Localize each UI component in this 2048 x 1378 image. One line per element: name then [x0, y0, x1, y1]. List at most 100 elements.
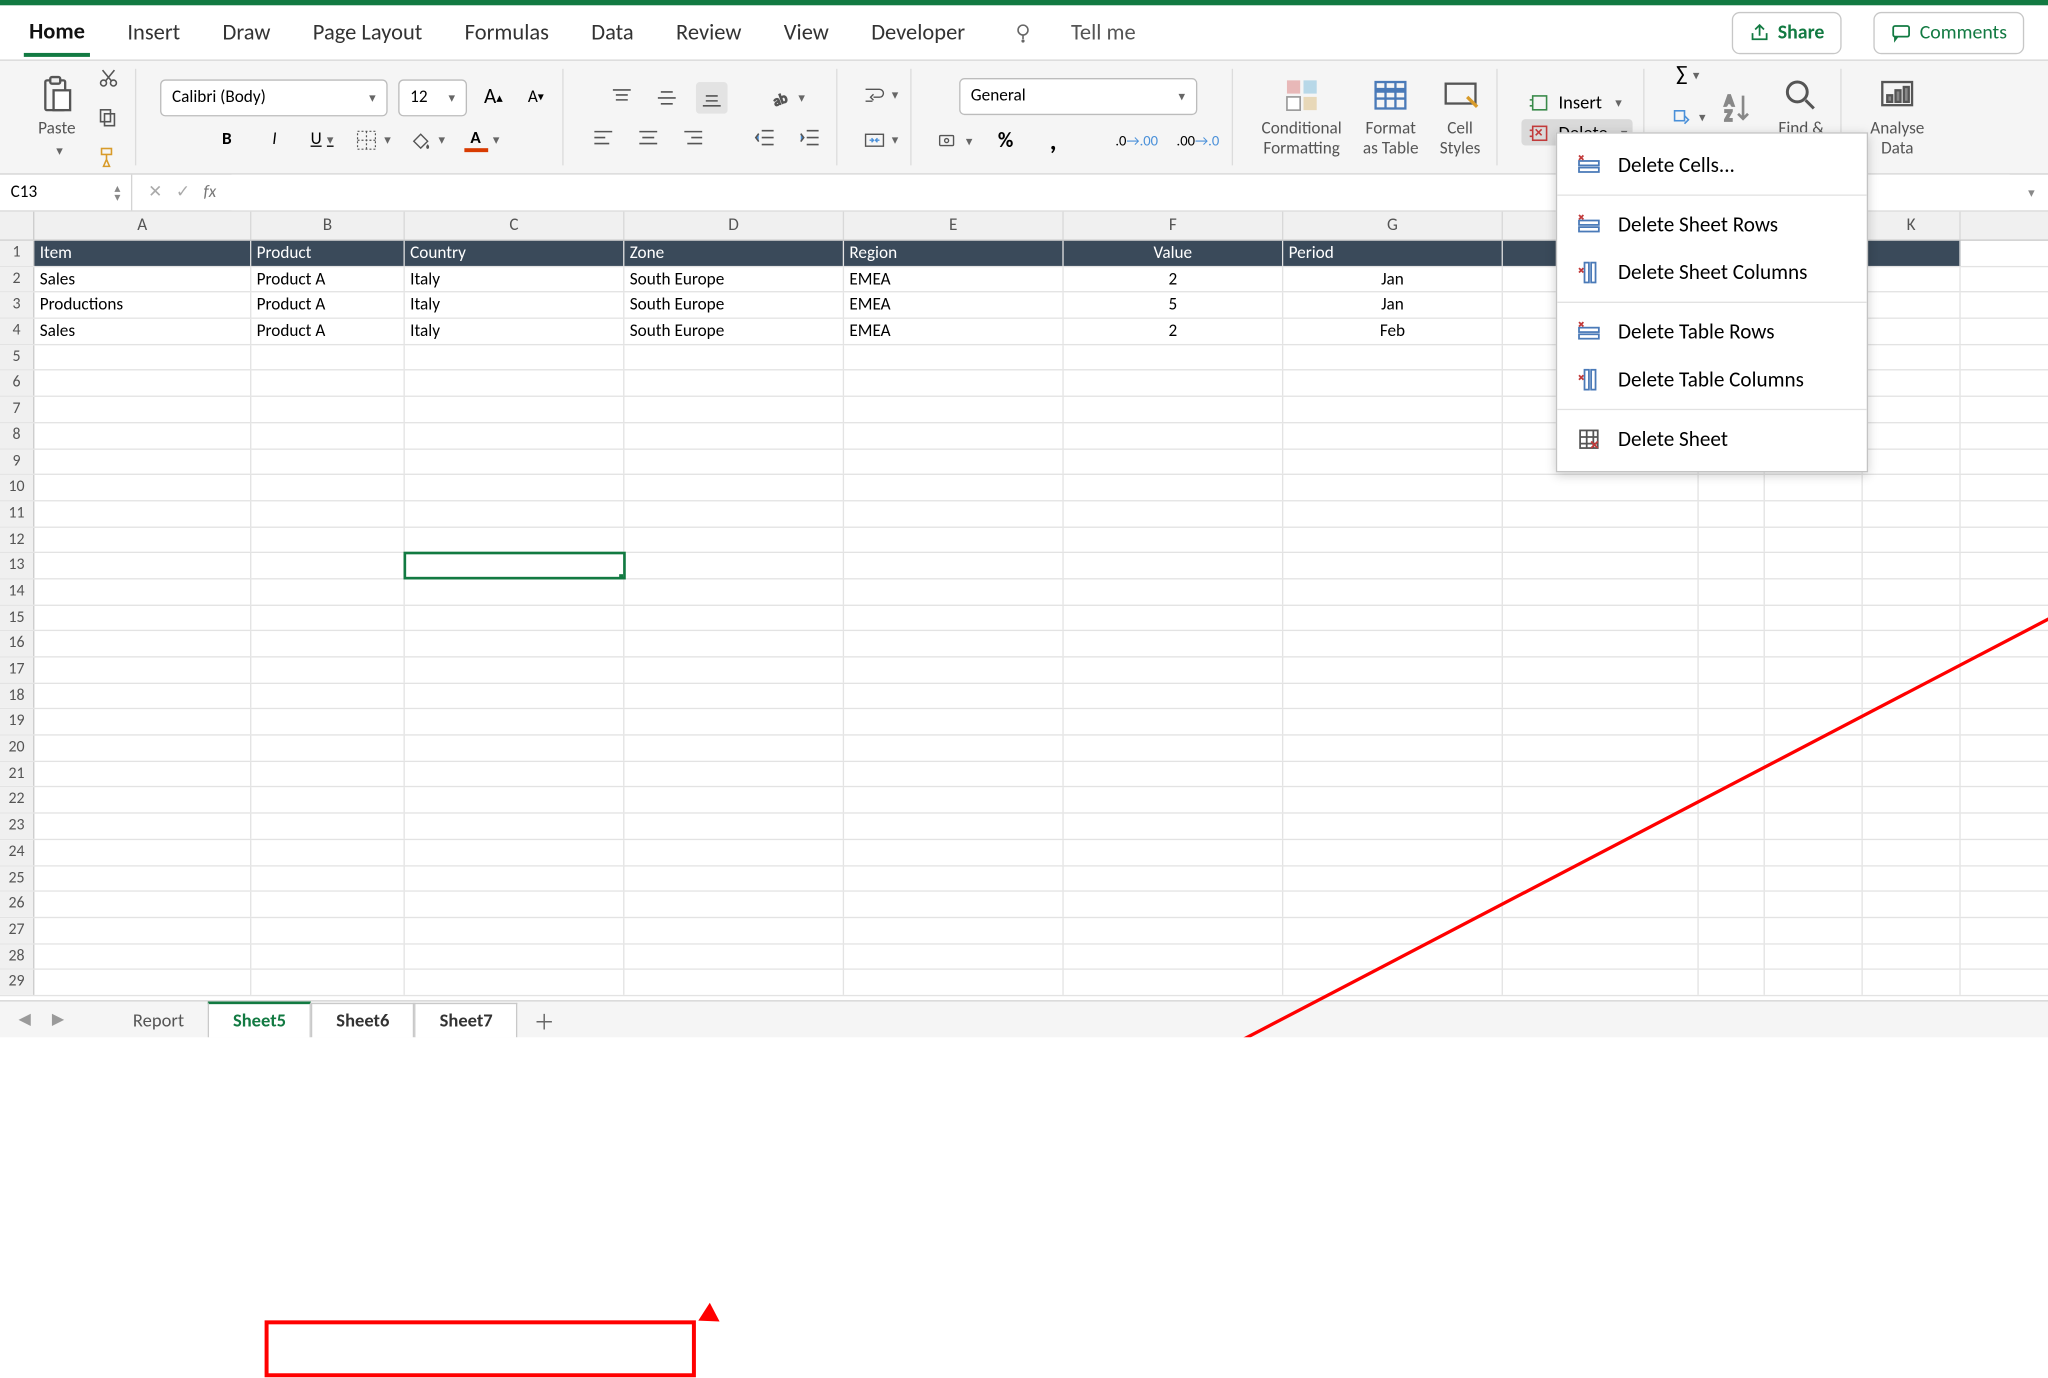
cell-K3[interactable] — [1863, 293, 1961, 318]
cell-A2[interactable]: Sales — [34, 267, 251, 292]
cell-I11[interactable] — [1699, 501, 1765, 526]
cell-D16[interactable] — [624, 631, 844, 656]
cell-F7[interactable] — [1064, 397, 1284, 422]
cell-J24[interactable] — [1765, 840, 1863, 865]
cell-B23[interactable] — [251, 814, 404, 839]
cell-J14[interactable] — [1765, 579, 1863, 604]
cell-F2[interactable]: 2 — [1064, 267, 1284, 292]
cell-K21[interactable] — [1863, 762, 1961, 787]
cell-G6[interactable] — [1283, 371, 1503, 396]
cell-K6[interactable] — [1863, 371, 1961, 396]
wrap-text-icon[interactable]: ▾ — [861, 79, 899, 111]
cell-E13[interactable] — [844, 553, 1064, 578]
cell-F11[interactable] — [1064, 501, 1284, 526]
cell-F24[interactable] — [1064, 840, 1284, 865]
cell-G28[interactable] — [1283, 944, 1503, 969]
tellme-label[interactable]: Tell me — [1071, 19, 1136, 47]
cell-I14[interactable] — [1699, 579, 1765, 604]
cell-I27[interactable] — [1699, 918, 1765, 943]
increase-decimal-icon[interactable]: .0→.00 — [1114, 125, 1159, 157]
currency-icon[interactable]: ▾ — [935, 125, 973, 157]
delete-menu-delete-table-columns[interactable]: Delete Table Columns — [1557, 356, 1867, 404]
cell-J21[interactable] — [1765, 762, 1863, 787]
cell-H20[interactable] — [1503, 736, 1699, 761]
cell-E5[interactable] — [844, 345, 1064, 370]
row-header-21[interactable]: 21 — [0, 762, 34, 787]
cell-F14[interactable] — [1064, 579, 1284, 604]
row-header-7[interactable]: 7 — [0, 397, 34, 422]
accept-formula-icon[interactable]: ✓ — [176, 183, 190, 203]
cell-J20[interactable] — [1765, 736, 1863, 761]
cell-G26[interactable] — [1283, 892, 1503, 917]
row-header-27[interactable]: 27 — [0, 918, 34, 943]
cell-E3[interactable]: EMEA — [844, 293, 1064, 318]
cell-E7[interactable] — [844, 397, 1064, 422]
increase-font-icon[interactable]: A▴ — [478, 81, 510, 113]
cell-C10[interactable] — [405, 475, 625, 500]
cell-H15[interactable] — [1503, 605, 1699, 630]
cell-I28[interactable] — [1699, 944, 1765, 969]
column-header-F[interactable]: F — [1064, 212, 1284, 240]
row-header-13[interactable]: 13 — [0, 553, 34, 578]
cell-A28[interactable] — [34, 944, 251, 969]
cell-G8[interactable] — [1283, 423, 1503, 448]
cell-E24[interactable] — [844, 840, 1064, 865]
cell-K10[interactable] — [1863, 475, 1961, 500]
ribbon-tab-page-layout[interactable]: Page Layout — [308, 11, 428, 55]
cell-D28[interactable] — [624, 944, 844, 969]
cell-styles-button[interactable]: Cell Styles — [1434, 73, 1485, 161]
cell-D27[interactable] — [624, 918, 844, 943]
cell-H14[interactable] — [1503, 579, 1699, 604]
comments-button[interactable]: Comments — [1873, 11, 2024, 53]
name-box[interactable]: C13 ▴▾ — [0, 175, 132, 211]
ribbon-tab-insert[interactable]: Insert — [122, 11, 185, 55]
cell-J13[interactable] — [1765, 553, 1863, 578]
cell-J12[interactable] — [1765, 527, 1863, 552]
row-header-5[interactable]: 5 — [0, 345, 34, 370]
cell-A23[interactable] — [34, 814, 251, 839]
row-header-9[interactable]: 9 — [0, 449, 34, 474]
cell-G20[interactable] — [1283, 736, 1503, 761]
cell-A15[interactable] — [34, 605, 251, 630]
cell-G21[interactable] — [1283, 762, 1503, 787]
cell-J16[interactable] — [1765, 631, 1863, 656]
cell-A6[interactable] — [34, 371, 251, 396]
ribbon-tab-review[interactable]: Review — [671, 11, 747, 55]
column-header-B[interactable]: B — [251, 212, 404, 240]
cell-G14[interactable] — [1283, 579, 1503, 604]
cell-J25[interactable] — [1765, 866, 1863, 891]
row-header-2[interactable]: 2 — [0, 267, 34, 292]
cell-I12[interactable] — [1699, 527, 1765, 552]
cell-K20[interactable] — [1863, 736, 1961, 761]
cell-F3[interactable]: 5 — [1064, 293, 1284, 318]
decrease-decimal-icon[interactable]: .00→.0 — [1175, 125, 1220, 157]
cell-C21[interactable] — [405, 762, 625, 787]
cell-G9[interactable] — [1283, 449, 1503, 474]
cell-B7[interactable] — [251, 397, 404, 422]
cell-D12[interactable] — [624, 527, 844, 552]
cell-H10[interactable] — [1503, 475, 1699, 500]
cell-D24[interactable] — [624, 840, 844, 865]
percent-icon[interactable]: % — [990, 125, 1022, 157]
row-header-15[interactable]: 15 — [0, 605, 34, 630]
cell-G23[interactable] — [1283, 814, 1503, 839]
cell-A14[interactable] — [34, 579, 251, 604]
cell-A24[interactable] — [34, 840, 251, 865]
ribbon-tab-formulas[interactable]: Formulas — [459, 11, 554, 55]
cell-H16[interactable] — [1503, 631, 1699, 656]
cell-C13[interactable] — [405, 553, 625, 578]
cell-B16[interactable] — [251, 631, 404, 656]
cell-C8[interactable] — [405, 423, 625, 448]
cell-C3[interactable]: Italy — [405, 293, 625, 318]
cell-I29[interactable] — [1699, 970, 1765, 995]
delete-menu-delete-sheet[interactable]: Delete Sheet — [1557, 415, 1867, 463]
cell-A17[interactable] — [34, 658, 251, 683]
cell-F22[interactable] — [1064, 788, 1284, 813]
cell-I15[interactable] — [1699, 605, 1765, 630]
cell-A27[interactable] — [34, 918, 251, 943]
cell-E9[interactable] — [844, 449, 1064, 474]
cell-K5[interactable] — [1863, 345, 1961, 370]
cell-C25[interactable] — [405, 866, 625, 891]
cell-C27[interactable] — [405, 918, 625, 943]
row-header-12[interactable]: 12 — [0, 527, 34, 552]
